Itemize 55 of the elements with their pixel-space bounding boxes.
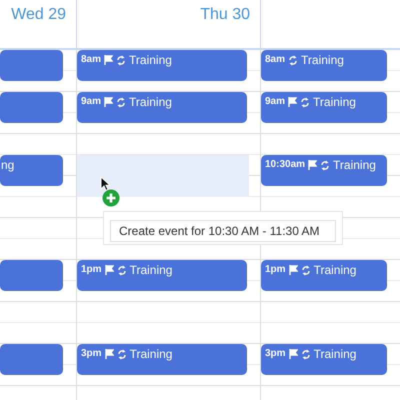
flag-icon [104, 55, 114, 65]
day-header: Thu 30 [200, 5, 250, 25]
flag-icon [308, 160, 318, 170]
flag-icon [104, 97, 114, 107]
repeat-icon [116, 97, 126, 108]
calendar-event[interactable]: 1pm Training [261, 260, 387, 291]
calendar-event[interactable] [0, 92, 63, 123]
flag-icon [288, 349, 298, 359]
repeat-icon [320, 160, 330, 171]
event-title: Training [314, 262, 356, 278]
calendar-event[interactable]: 10:30am Training [261, 155, 387, 186]
calendar-event[interactable]: 9am Training [77, 92, 247, 123]
calendar-event[interactable]: 8am Training [261, 50, 387, 81]
calendar-event[interactable]: 1pm Training [77, 260, 247, 291]
tooltip-text: Create event for 10:30 AM - 11:30 AM [110, 220, 336, 242]
calendar-event[interactable]: 8am Training [77, 50, 247, 81]
repeat-icon [116, 349, 127, 360]
calendar-event[interactable] [0, 344, 63, 375]
event-time: 8am [81, 53, 102, 67]
flag-icon [104, 349, 114, 359]
calendar-event[interactable] [0, 260, 63, 291]
event-title: Training [301, 52, 344, 68]
event-title: Training [130, 346, 172, 362]
repeat-icon [300, 349, 311, 360]
event-time: 10:30am [265, 158, 306, 172]
event-time: 9am [265, 95, 286, 109]
event-title: Training [130, 262, 172, 278]
event-title: Training [333, 157, 376, 173]
calendar-event[interactable]: 3pm Training [77, 344, 247, 375]
calendar-event[interactable] [0, 50, 63, 81]
repeat-icon [300, 97, 310, 108]
event-title: Training [313, 94, 356, 110]
event-title: ng [1, 157, 14, 173]
event-time: 9am [81, 95, 102, 109]
event-time: 1pm [81, 263, 102, 277]
repeat-icon [288, 55, 298, 66]
event-time: 8am [265, 53, 286, 67]
day-header: Wed 29 [11, 5, 66, 25]
calendar-event[interactable]: ng [0, 155, 63, 186]
cursor-icon [100, 176, 110, 191]
event-title: Training [129, 52, 172, 68]
event-title: Training [314, 346, 356, 362]
repeat-icon [300, 265, 311, 276]
flag-icon [288, 265, 298, 275]
repeat-icon [116, 55, 126, 66]
flag-icon [288, 97, 298, 107]
calendar-event[interactable]: 9am Training [261, 92, 387, 123]
flag-icon [104, 265, 114, 275]
add-icon [102, 189, 120, 207]
event-time: 1pm [265, 263, 286, 277]
event-time: 3pm [265, 347, 286, 361]
calendar-event[interactable]: 3pm Training [261, 344, 387, 375]
event-title: Training [129, 94, 172, 110]
event-time: 3pm [81, 347, 102, 361]
repeat-icon [116, 265, 127, 276]
